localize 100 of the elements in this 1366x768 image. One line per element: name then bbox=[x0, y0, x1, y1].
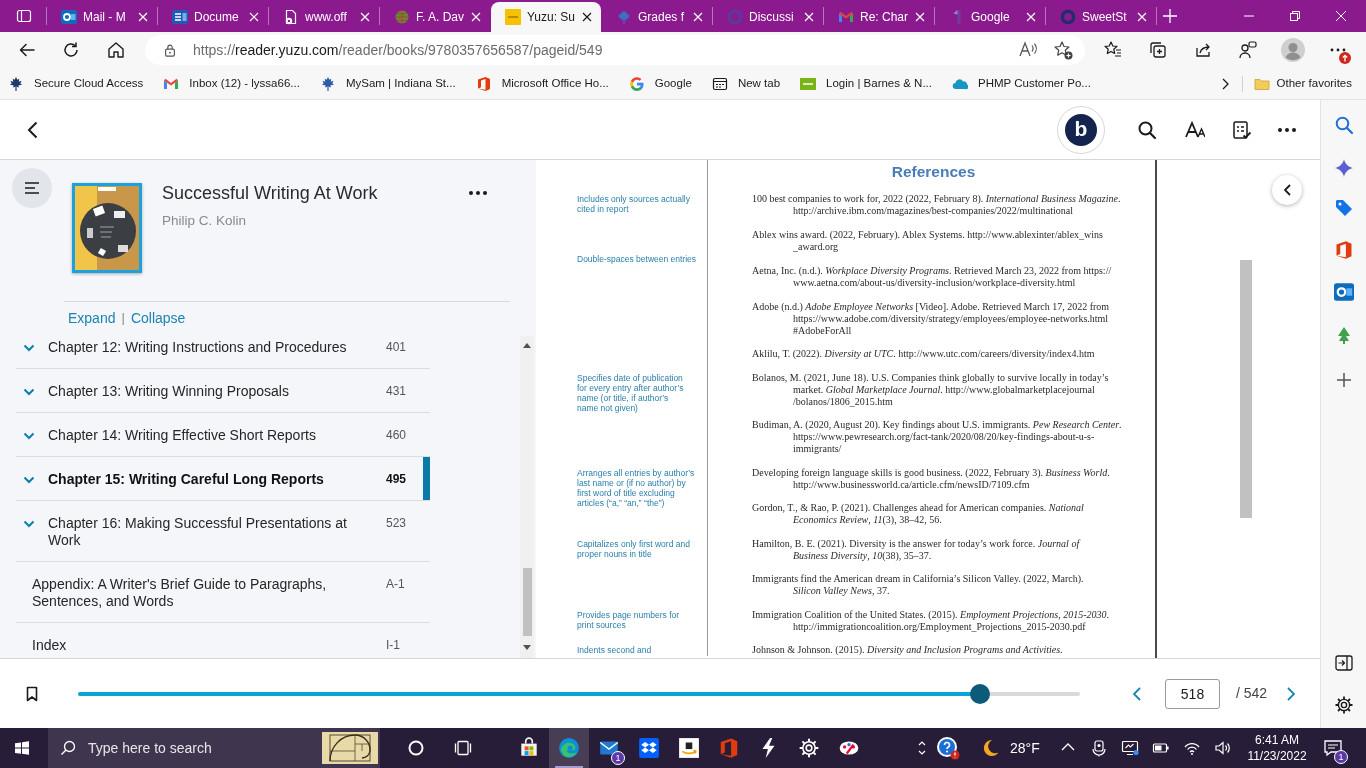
chevron-down-icon[interactable] bbox=[23, 343, 35, 352]
progress-slider[interactable] bbox=[78, 683, 1080, 704]
menu-icon bbox=[24, 181, 40, 195]
swirl-logo-icon[interactable] bbox=[558, 737, 580, 759]
chevron-down-icon[interactable] bbox=[23, 387, 35, 396]
ring-logo-icon bbox=[1060, 9, 1076, 25]
favorites-folder[interactable]: Other favorites bbox=[1249, 70, 1356, 97]
favorite-link[interactable]: Microsoft Office Ho... bbox=[471, 70, 613, 97]
ring-logo-icon bbox=[727, 9, 743, 25]
square-logo-icon bbox=[505, 9, 521, 25]
chevron-down-icon[interactable] bbox=[23, 431, 35, 440]
browser-tab[interactable]: Discussi bbox=[713, 2, 823, 32]
checklist-icon[interactable] bbox=[1232, 119, 1252, 140]
windows-logo-icon[interactable] bbox=[14, 740, 30, 756]
home-icon[interactable] bbox=[106, 40, 126, 60]
smile-tile-icon[interactable] bbox=[678, 737, 700, 759]
browser-tab[interactable]: Mail - M bbox=[47, 2, 157, 32]
text-size-icon[interactable] bbox=[1185, 119, 1205, 140]
browser-tab[interactable]: F. A. Dav bbox=[380, 2, 490, 32]
toc-item[interactable]: Chapter 14: Writing Effective Short Reports 460 bbox=[16, 413, 430, 457]
toc-item[interactable]: Chapter 15: Writing Careful Long Reports 495 bbox=[16, 457, 430, 501]
chevron-down-icon[interactable] bbox=[23, 475, 35, 484]
scrollbar-thumb[interactable] bbox=[522, 568, 532, 636]
count-badge: 1 bbox=[1334, 750, 1348, 764]
toc-item[interactable]: Chapter 12: Writing Instructions and Procedures 401 bbox=[16, 336, 430, 369]
more-icon[interactable] bbox=[469, 191, 487, 195]
scroll-up-icon[interactable] bbox=[523, 343, 531, 348]
webcam-icon[interactable] bbox=[1090, 739, 1108, 757]
favorite-link[interactable]: New tab bbox=[707, 70, 785, 97]
toc-item[interactable]: Chapter 13: Writing Winning Proposals 431 bbox=[16, 369, 430, 413]
chevron-left-icon[interactable] bbox=[26, 120, 38, 139]
block-logo-icon[interactable] bbox=[1333, 240, 1354, 260]
scroll-down-icon[interactable] bbox=[523, 645, 531, 650]
count-badge: 1 bbox=[611, 751, 625, 765]
document-tile-icon bbox=[172, 9, 188, 25]
browser-tab[interactable]: Google bbox=[935, 2, 1045, 32]
avatar-icon[interactable] bbox=[1281, 38, 1305, 62]
weather-text[interactable]: 28°F bbox=[1010, 737, 1040, 759]
leaf-icon bbox=[616, 9, 632, 25]
person-chat-icon[interactable] bbox=[1238, 40, 1258, 60]
chat-bubble-icon[interactable] bbox=[1323, 738, 1343, 758]
ring-tile-icon[interactable] bbox=[1333, 282, 1354, 302]
shopping-bag-icon[interactable] bbox=[518, 737, 540, 759]
page-number-field[interactable]: 518 bbox=[1165, 678, 1220, 709]
arc-logo-icon bbox=[628, 75, 645, 92]
reference-entry: Immigrants find the American dream in California’s Silicon Valley. (2022, March). Silicon Valley News, 37. bbox=[752, 573, 1084, 597]
monitor-icon[interactable] bbox=[1121, 739, 1139, 757]
favorite-link[interactable]: PHMP Customer Po... bbox=[947, 70, 1095, 97]
panel-square-icon[interactable] bbox=[16, 8, 32, 24]
logo-button[interactable]: b bbox=[1057, 105, 1105, 154]
collapse-link[interactable]: Collapse bbox=[130, 308, 186, 328]
spiral-drawing bbox=[322, 732, 378, 764]
menu-button[interactable] bbox=[12, 168, 52, 208]
block-logo-icon[interactable] bbox=[718, 737, 740, 759]
diamond-tile-icon[interactable] bbox=[638, 737, 660, 759]
browser-tab[interactable]: Re: Char bbox=[824, 2, 934, 32]
browser-tab[interactable]: Yuzu: Su bbox=[491, 2, 601, 32]
restore-icon[interactable] bbox=[1290, 11, 1300, 21]
clock-date[interactable]: 11/23/2022 bbox=[1247, 748, 1307, 764]
tag-icon[interactable] bbox=[1333, 198, 1354, 218]
ring-icon[interactable] bbox=[408, 740, 424, 756]
browser-tab[interactable]: Docume bbox=[158, 2, 268, 32]
sparkle-icon[interactable] bbox=[1333, 158, 1354, 178]
file-error-icon bbox=[283, 9, 299, 25]
bookmark-icon[interactable] bbox=[26, 685, 38, 702]
favorite-link[interactable]: MySam | Indiana St... bbox=[315, 70, 460, 97]
star-list-icon[interactable] bbox=[1103, 40, 1123, 60]
browser-tab[interactable]: SweetSt bbox=[1046, 2, 1156, 32]
favorite-link[interactable]: Secure Cloud Access bbox=[4, 70, 148, 97]
toc-item[interactable]: Chapter 16: Making Successful Presentations at Work 523 bbox=[16, 501, 430, 562]
close-icon[interactable] bbox=[582, 12, 592, 22]
help-icon[interactable] bbox=[936, 736, 960, 760]
margin-note: Arranges all entries by author’s last name or (if no author) by first word of title excluding articles (“a,” “an,” “the”) bbox=[577, 467, 695, 508]
references-heading: References bbox=[891, 162, 976, 182]
book-author: Philip C. Kolin bbox=[162, 212, 247, 230]
refresh-icon[interactable] bbox=[61, 40, 81, 60]
squares-plus-icon[interactable] bbox=[1148, 40, 1168, 60]
plus-icon[interactable] bbox=[1163, 9, 1177, 23]
address-bar[interactable]: https://reader.yuzu.com/reader/books/9780357656587/pageid/549 bbox=[145, 35, 1085, 65]
toc-item[interactable]: Appendix: A Writer's Brief Guide to Paragraphs, Sentences, and Words A-1 bbox=[16, 562, 430, 623]
favorite-link[interactable]: Inbox (12) - lyssa66... bbox=[159, 70, 304, 97]
margin-note: Includes only sources actually cited in report bbox=[577, 194, 690, 214]
task-view-icon[interactable] bbox=[454, 740, 472, 756]
clock-time[interactable]: 6:41 AM bbox=[1255, 732, 1299, 748]
expand-link[interactable]: Expand bbox=[68, 308, 116, 328]
collapse-panel-button[interactable] bbox=[1272, 175, 1302, 205]
settings-icon[interactable] bbox=[1333, 695, 1354, 715]
chevron-down-icon[interactable] bbox=[23, 519, 35, 528]
update-badge-icon bbox=[1339, 52, 1351, 64]
speaker-icon[interactable] bbox=[1214, 739, 1232, 757]
star-plus-icon[interactable] bbox=[1053, 40, 1073, 60]
browser-tab[interactable]: www.off bbox=[269, 2, 379, 32]
search-icon[interactable] bbox=[1137, 119, 1157, 140]
favorite-link[interactable]: Login | Barnes & N... bbox=[796, 70, 936, 97]
favorite-link[interactable]: Google bbox=[624, 70, 696, 97]
reference-entry: Adobe (n.d.) Adobe Employee Networks [Video]. Adobe. Retrieved March 17, 2022 from https://www.adobe.com/diversity/strategy/employees/employee-networks.html #AdobeForAll bbox=[752, 300, 1110, 337]
scrollbar-thumb[interactable] bbox=[1240, 260, 1252, 518]
slider-thumb[interactable] bbox=[969, 683, 990, 704]
browser-tab[interactable]: Grades f bbox=[602, 2, 712, 32]
reference-entry: Budiman, A. (2020, August 20). Key findings about U.S. immigrants. Pew Research Center. https://www.pewresearch.org/fact-tank/2020/08/20/key-findings-about-u-s- immigrants/ bbox=[752, 419, 1122, 455]
